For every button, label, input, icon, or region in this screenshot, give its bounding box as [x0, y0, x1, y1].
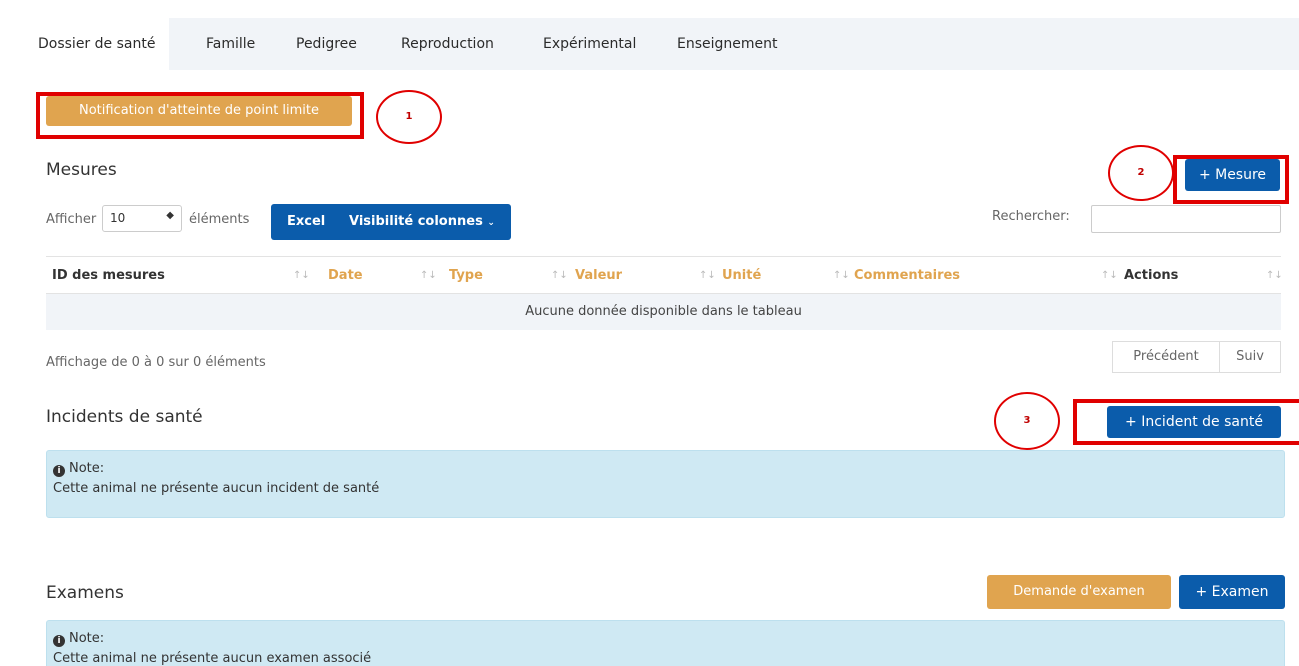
incidents-title: Incidents de santé [46, 407, 203, 427]
excel-button[interactable]: Excel [287, 214, 325, 229]
previous-page-button[interactable]: Précédent [1112, 341, 1220, 373]
table-empty-row: Aucune donnée disponible dans le tableau [46, 294, 1281, 330]
tab-famille[interactable]: Famille [192, 18, 269, 70]
select-caret-icon: ◆ [166, 210, 174, 221]
request-exam-button[interactable]: Demande d'examen [987, 575, 1171, 609]
info-icon: i [53, 465, 65, 477]
tab-enseignement[interactable]: Enseignement [663, 18, 792, 70]
sort-icon[interactable]: ↑↓ [293, 257, 310, 295]
info-icon: i [53, 635, 65, 647]
table-header: ID des mesures ↑↓ Date ↑↓ Type ↑↓ Valeur… [46, 256, 1283, 295]
column-visibility-button[interactable]: Visibilité colonnes ⌄ [349, 214, 495, 229]
elements-label: éléments [189, 212, 250, 227]
add-mesure-button[interactable]: + Mesure [1185, 159, 1280, 191]
table-info: Affichage de 0 à 0 sur 0 éléments [46, 355, 266, 370]
tab-experimental[interactable]: Expérimental [529, 18, 650, 70]
examens-note: i Note: Cette animal ne présente aucun ex… [46, 620, 1285, 666]
col-actions[interactable]: Actions [1124, 257, 1178, 295]
note-text: Cette animal ne présente aucun incident … [53, 481, 380, 496]
search-label: Rechercher: [992, 209, 1070, 224]
page-size-value: 10 [110, 211, 126, 225]
next-page-button[interactable]: Suiv [1219, 341, 1281, 373]
sort-icon[interactable]: ↑↓ [420, 257, 437, 295]
annotation-marker-3: 3 [994, 392, 1060, 450]
note-label: Note: [69, 631, 105, 646]
add-incident-button[interactable]: + Incident de santé [1107, 406, 1281, 438]
sort-icon[interactable]: ↑↓ [1101, 257, 1118, 295]
col-date[interactable]: Date [328, 257, 363, 295]
add-examen-button[interactable]: + Examen [1179, 575, 1285, 609]
incidents-note: i Note: Cette animal ne présente aucun in… [46, 450, 1285, 518]
col-unite[interactable]: Unité [722, 257, 761, 295]
col-type[interactable]: Type [449, 257, 483, 295]
mesures-title: Mesures [46, 160, 117, 180]
annotation-marker-1: 1 [376, 90, 442, 144]
sort-icon[interactable]: ↑↓ [551, 257, 568, 295]
col-id-mesures[interactable]: ID des mesures [52, 257, 165, 295]
sort-icon[interactable]: ↑↓ [699, 257, 716, 295]
show-label: Afficher [46, 212, 97, 227]
chevron-down-icon: ⌄ [487, 218, 495, 228]
tab-bar: Dossier de santé Famille Pedigree Reprod… [24, 18, 1299, 70]
tab-pedigree[interactable]: Pedigree [282, 18, 371, 70]
examens-title: Examens [46, 583, 124, 603]
note-label: Note: [69, 461, 105, 476]
sort-icon[interactable]: ↑↓ [833, 257, 850, 295]
annotation-marker-2: 2 [1108, 145, 1174, 201]
note-text: Cette animal ne présente aucun examen as… [53, 651, 372, 666]
page-size-select[interactable]: 10 ◆ [102, 205, 182, 232]
col-commentaires[interactable]: Commentaires [854, 257, 960, 295]
tab-dossier-de-sante[interactable]: Dossier de santé [24, 18, 170, 70]
endpoint-notification-button[interactable]: Notification d'atteinte de point limite [46, 96, 352, 126]
search-input[interactable] [1091, 205, 1281, 233]
tab-reproduction[interactable]: Reproduction [387, 18, 508, 70]
col-valeur[interactable]: Valeur [575, 257, 622, 295]
sort-icon[interactable]: ↑↓ [1266, 257, 1283, 295]
table-actions-group: Excel Visibilité colonnes ⌄ [271, 204, 511, 240]
